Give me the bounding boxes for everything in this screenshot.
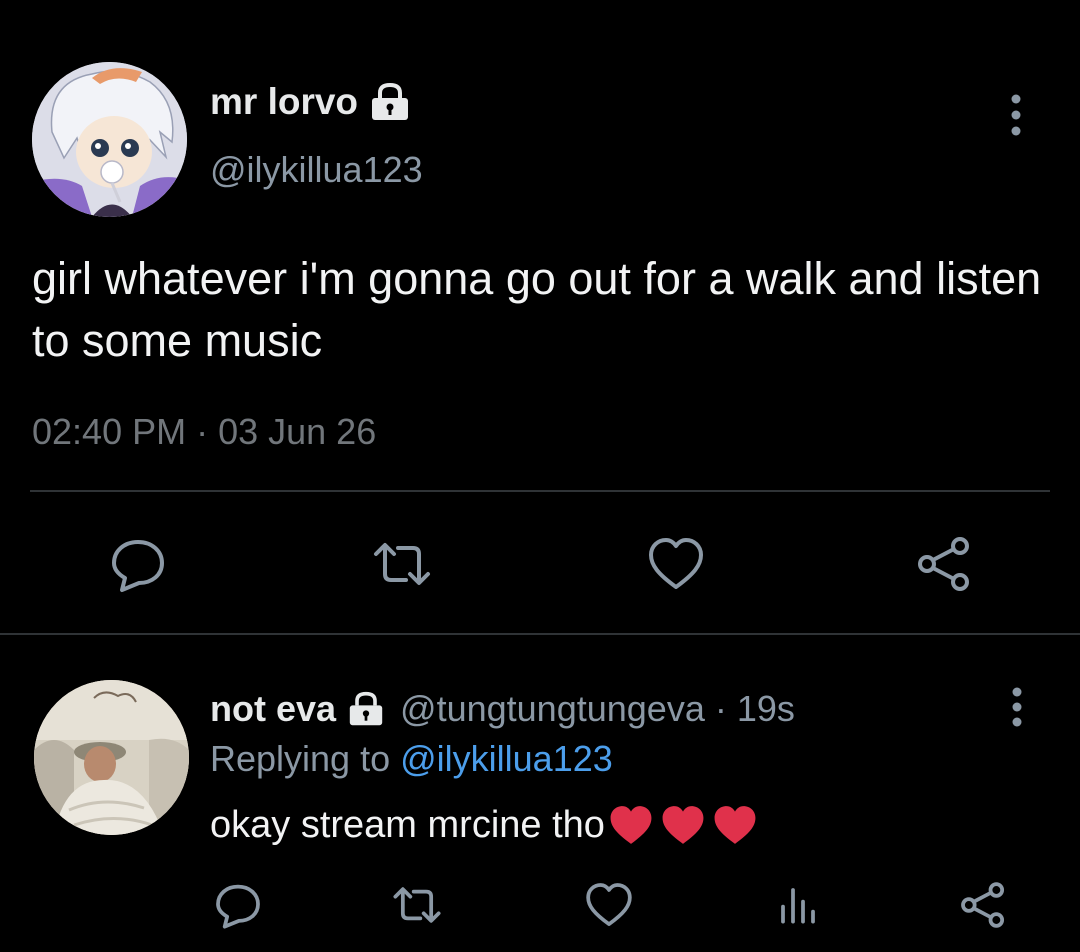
reply-like-button[interactable] [584,880,634,930]
share-icon [961,882,1005,928]
separator: · [714,688,727,729]
reply-handle[interactable]: @tungtungtungeva [400,686,705,732]
retweet-icon [374,543,430,585]
avatar[interactable] [32,62,187,217]
reply-time[interactable]: 19s [737,686,795,732]
replying-prefix: Replying to [210,738,391,779]
replying-handle-link[interactable]: @ilykillua123 [400,738,613,779]
heart-emojis [607,803,759,847]
reply-display-name[interactable]: not eva [210,686,336,732]
reply-header: not eva @tungtungtungeva · 19s [210,686,795,732]
anime-character-avatar [32,62,187,217]
divider [0,633,1080,635]
reply-text: okay stream mrcine tho [210,800,759,850]
retweet-button[interactable] [372,534,432,594]
like-icon [649,538,703,589]
reply-retweet-button[interactable] [392,880,442,930]
reply-icon [216,884,260,929]
person-photo-avatar [34,680,189,835]
reply-avatar[interactable] [34,680,189,835]
tweet-timestamp[interactable]: 02:40 PM · 03 Jun 26 [32,410,376,454]
reply-button[interactable] [108,534,168,594]
reply-analytics-button[interactable] [773,880,823,930]
share-button[interactable] [914,534,974,594]
tweet-text: girl whatever i'm gonna go out for a wal… [32,253,1042,366]
like-button[interactable] [646,534,706,594]
reply-icon [112,540,164,592]
more-vertical-icon[interactable] [1002,92,1030,138]
lock-icon [372,82,409,120]
heart-emoji [714,806,756,844]
replying-to: Replying to @ilykillua123 [210,736,613,782]
author-handle[interactable]: @ilykillua123 [210,148,423,192]
heart-emoji [662,806,704,844]
analytics-icon [781,888,815,924]
share-icon [918,537,969,591]
divider [30,490,1050,492]
reply-share-button[interactable] [958,880,1008,930]
lock-icon [349,691,383,726]
reply-reply-button[interactable] [213,880,263,930]
retweet-icon [393,887,441,923]
like-icon [586,883,632,927]
author-name[interactable]: mr lorvo [210,80,412,124]
author-display-name[interactable]: mr lorvo [210,80,358,124]
heart-emoji [610,806,652,844]
reply-text-body: okay stream mrcine tho [210,804,605,846]
more-vertical-icon[interactable] [1004,686,1030,728]
